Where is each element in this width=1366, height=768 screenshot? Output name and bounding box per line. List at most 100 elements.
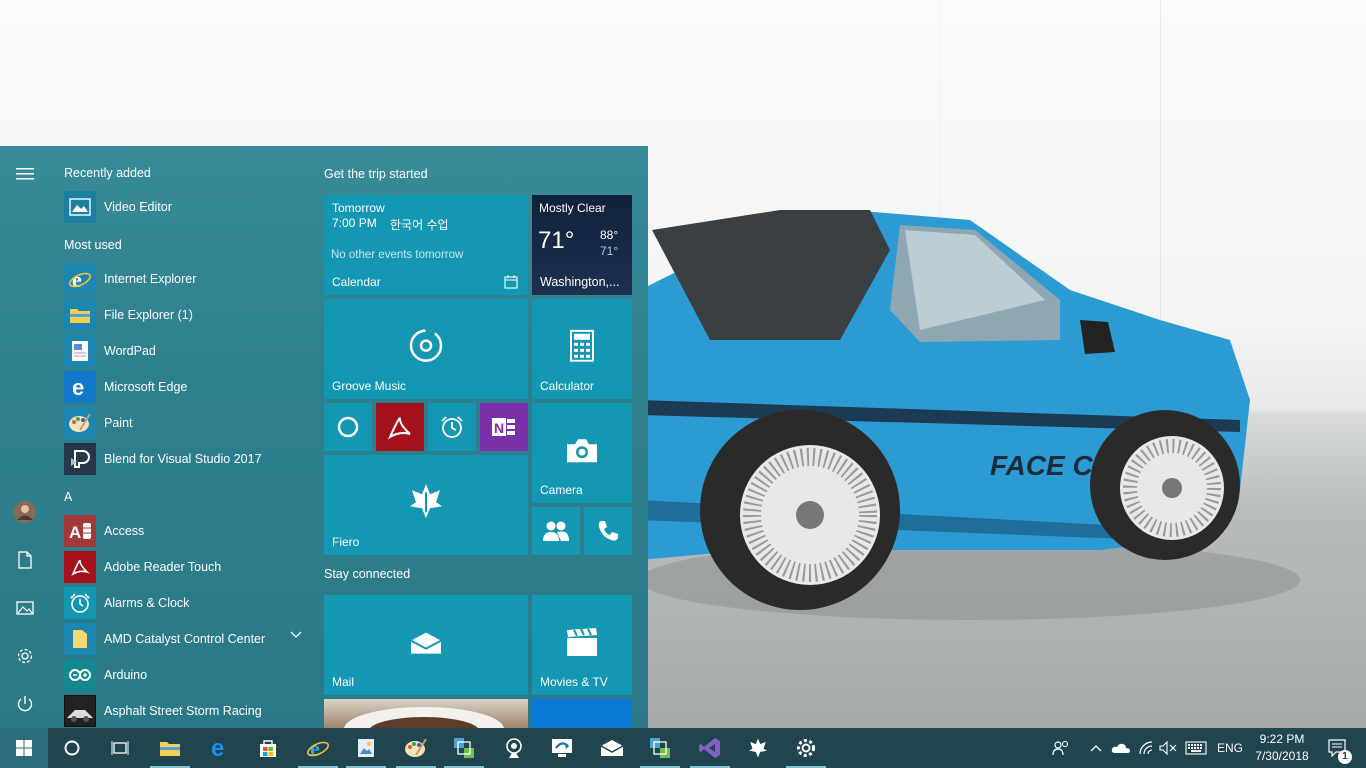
section-header-a[interactable]: A <box>64 490 72 504</box>
paint-icon <box>64 407 96 439</box>
file-explorer-icon <box>64 299 96 331</box>
onenote-tile[interactable]: N <box>480 403 528 451</box>
group-title-trip[interactable]: Get the trip started <box>324 167 428 181</box>
cortana-search-button[interactable] <box>48 728 96 768</box>
internet-explorer-icon: e <box>307 736 329 760</box>
clock-time: 9:22 PM <box>1259 732 1305 746</box>
input-language-button[interactable]: ENG <box>1212 728 1248 768</box>
svg-text:e: e <box>72 376 84 398</box>
taskbar-mail[interactable] <box>588 728 636 768</box>
app-item-access[interactable]: A Access <box>64 514 312 548</box>
action-center-button[interactable]: 1 <box>1318 728 1358 768</box>
app-item-arduino[interactable]: Arduino <box>64 658 312 692</box>
section-header-most-used: Most used <box>64 238 122 252</box>
taskbar-webcam[interactable] <box>490 728 538 768</box>
onedrive-icon <box>1111 743 1130 753</box>
calendar-icon <box>504 275 518 289</box>
taskbar-visual-studio[interactable] <box>686 728 734 768</box>
pictures-icon <box>16 601 34 615</box>
people-icon <box>543 521 569 541</box>
group-title-stay-connected[interactable]: Stay connected <box>324 567 410 581</box>
power-button[interactable] <box>0 680 50 728</box>
calculator-tile[interactable]: Calculator <box>532 299 632 399</box>
app-list[interactable]: Recently added Video Editor Most used e … <box>50 146 312 728</box>
camera-icon <box>567 439 597 463</box>
taskbar-internet-explorer[interactable]: e <box>294 728 342 768</box>
documents-button[interactable] <box>0 536 50 584</box>
cortana-tile[interactable] <box>324 403 372 451</box>
alarms-tile[interactable] <box>428 403 476 451</box>
settings-icon <box>797 739 815 757</box>
blend-icon <box>64 443 96 475</box>
taskbar-photo-viewer[interactable] <box>342 728 390 768</box>
mail-icon <box>410 632 442 654</box>
camera-tile[interactable]: Camera <box>532 403 632 503</box>
calendar-tile[interactable]: Tomorrow 7:00 PM 한국어 수업 No other events … <box>324 195 528 295</box>
volume-button[interactable] <box>1156 728 1180 768</box>
taskbar-file-explorer[interactable] <box>146 728 194 768</box>
app-item-microsoft-edge[interactable]: e Microsoft Edge <box>64 370 312 404</box>
clock[interactable]: 9:22 PM 7/30/2018 <box>1252 731 1312 765</box>
groove-music-tile[interactable]: Groove Music <box>324 299 528 399</box>
app-item-wordpad[interactable]: WordPad <box>64 334 312 368</box>
wallpaper-car-image: FACE CAR <box>640 210 1300 620</box>
pictures-button[interactable] <box>0 584 50 632</box>
taskbar-remote-desktop[interactable] <box>538 728 586 768</box>
taskbar-settings[interactable] <box>782 728 830 768</box>
tile-area: Get the trip started Tomorrow 7:00 PM 한국… <box>324 146 648 728</box>
app-item-paint[interactable]: Paint <box>64 406 312 440</box>
app-item-asphalt[interactable]: Asphalt Street Storm Racing <box>64 694 312 728</box>
settings-icon <box>17 648 33 664</box>
svg-text:A: A <box>69 523 81 542</box>
clapperboard-icon <box>567 628 597 656</box>
adobe-acrobat-tile[interactable] <box>376 403 424 451</box>
webcam-icon <box>506 738 522 758</box>
taskbar-edge[interactable]: e <box>196 728 244 768</box>
people-icon <box>1052 740 1069 756</box>
show-hidden-icons-button[interactable] <box>1086 728 1106 768</box>
app-item-blend[interactable]: Blend for Visual Studio 2017 <box>64 442 312 476</box>
app-item-amd-catalyst[interactable]: AMD Catalyst Control Center <box>64 622 312 656</box>
taskbar-store[interactable] <box>244 728 292 768</box>
store-tile[interactable] <box>532 699 632 728</box>
edge-icon: e <box>211 737 224 759</box>
video-editor-icon <box>64 191 96 223</box>
edge-icon: e <box>64 371 96 403</box>
app-item-adobe-reader-touch[interactable]: Adobe Reader Touch <box>64 550 312 584</box>
access-icon: A <box>64 515 96 547</box>
phone-tile[interactable] <box>584 507 632 555</box>
section-header-recently-added: Recently added <box>64 166 151 180</box>
paint-icon <box>405 738 427 757</box>
taskbar-network-app-2[interactable] <box>636 728 684 768</box>
app-item-file-explorer[interactable]: File Explorer (1) <box>64 298 312 332</box>
photos-tile[interactable] <box>324 699 528 728</box>
alarm-clock-icon <box>441 416 463 438</box>
notification-count-badge: 1 <box>1338 750 1352 764</box>
app-item-video-editor[interactable]: Video Editor <box>64 190 312 224</box>
movies-tv-tile[interactable]: Movies & TV <box>532 595 632 695</box>
start-button[interactable] <box>0 728 48 768</box>
keyboard-icon <box>1185 741 1207 755</box>
fiero-icon <box>749 738 767 758</box>
expand-menu-button[interactable] <box>0 150 50 198</box>
fiero-tile[interactable]: Fiero <box>324 455 528 555</box>
weather-tile[interactable]: Mostly Clear 71° 88° 71° Washington,... <box>532 195 632 295</box>
app-item-internet-explorer[interactable]: e Internet Explorer <box>64 262 312 296</box>
people-button[interactable] <box>1048 728 1074 768</box>
adobe-acrobat-icon <box>387 417 411 440</box>
visual-studio-icon <box>699 738 720 758</box>
taskbar-fiero[interactable] <box>734 728 782 768</box>
clock-date: 7/30/2018 <box>1255 749 1309 763</box>
taskbar-network-app[interactable] <box>440 728 488 768</box>
wifi-button[interactable] <box>1134 728 1158 768</box>
touch-keyboard-button[interactable] <box>1182 728 1210 768</box>
chevron-down-icon[interactable] <box>290 631 302 639</box>
mail-tile[interactable]: Mail <box>324 595 528 695</box>
task-view-button[interactable] <box>96 728 144 768</box>
settings-button[interactable] <box>0 632 50 680</box>
app-item-alarms-clock[interactable]: Alarms & Clock <box>64 586 312 620</box>
user-account-button[interactable] <box>0 488 50 536</box>
people-tile[interactable] <box>532 507 580 555</box>
taskbar-paint[interactable] <box>392 728 440 768</box>
onedrive-button[interactable] <box>1108 728 1134 768</box>
